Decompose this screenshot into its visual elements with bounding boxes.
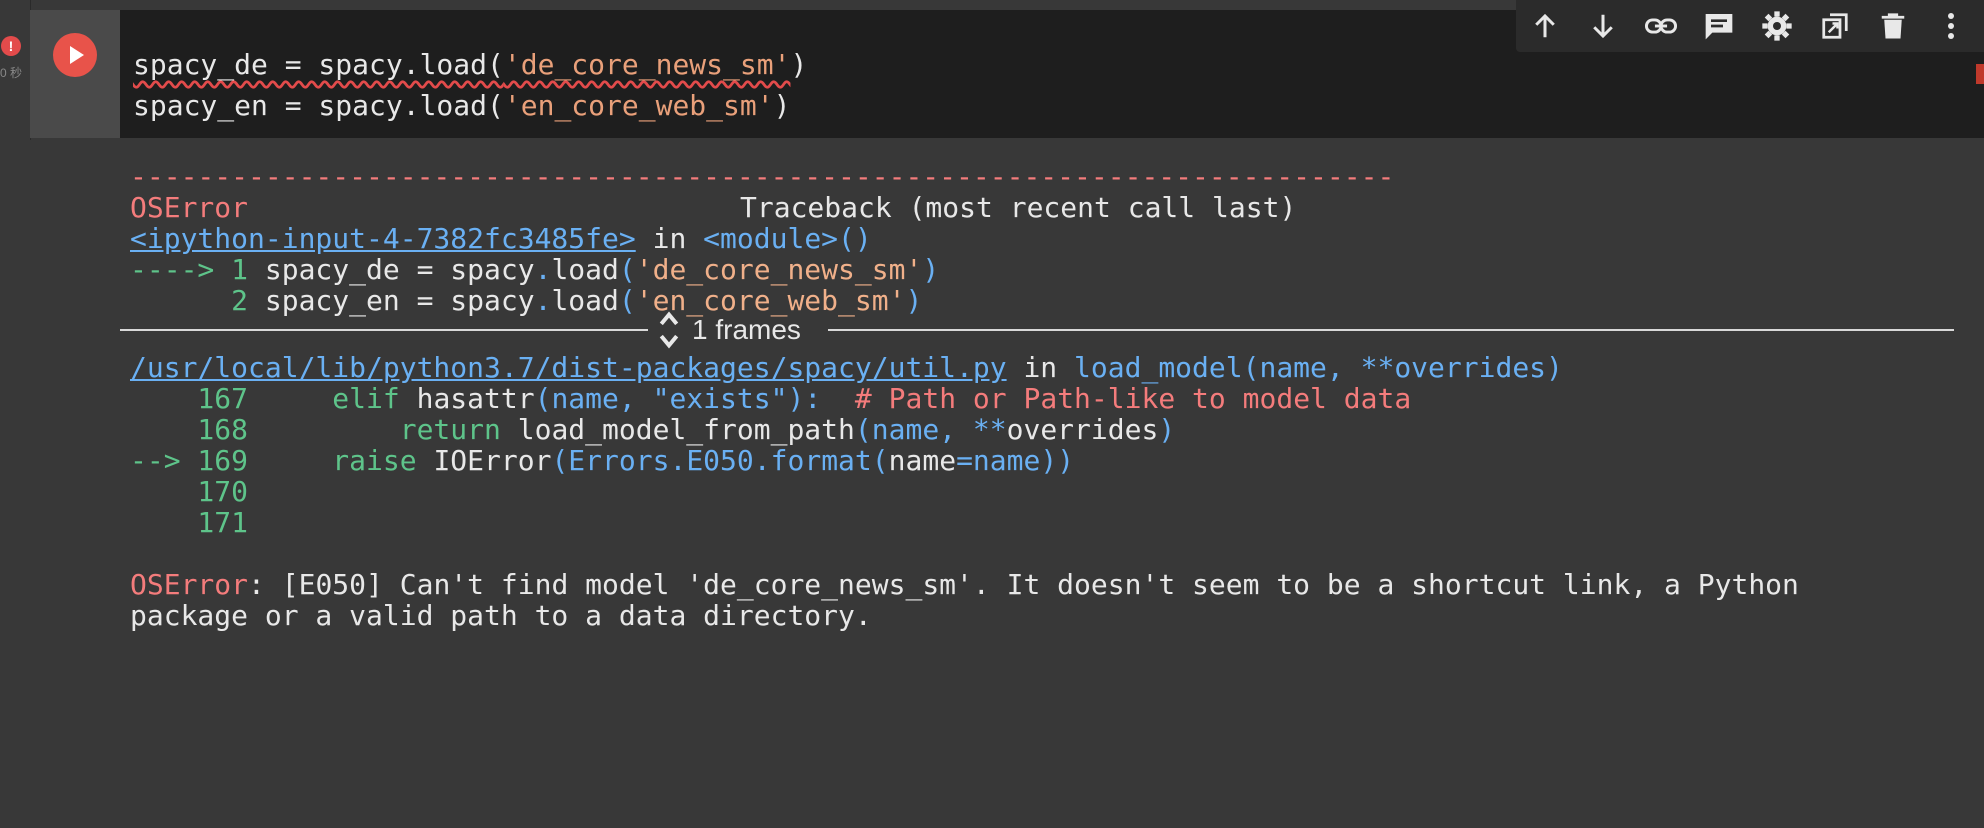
left-gutter: ! 0 秒	[0, 0, 31, 828]
traceback-line-169: --> 169 raise IOError(Errors.E050.format…	[130, 444, 1075, 477]
traceback-line-171: 171	[130, 506, 249, 539]
more-vert-icon[interactable]	[1922, 0, 1980, 52]
frames-expander[interactable]: 1 frames	[120, 310, 1954, 350]
code-line-2: spacy_en = spacy.load('en_core_web_sm')	[133, 89, 791, 122]
cell-gutter	[30, 10, 120, 138]
arrow-up-icon[interactable]	[1516, 0, 1574, 52]
cell-toolbar	[1516, 0, 1984, 52]
error-indicator-icon[interactable]: !	[1, 36, 21, 56]
mirror-cell-icon[interactable]	[1806, 0, 1864, 52]
execution-time: 0 秒	[0, 66, 23, 80]
arrow-down-icon[interactable]	[1574, 0, 1632, 52]
gear-icon[interactable]	[1748, 0, 1806, 52]
unfold-icon	[659, 311, 679, 349]
run-cell-button[interactable]	[53, 33, 97, 77]
cell-output: ----------------------------------------…	[30, 140, 1984, 828]
trash-icon[interactable]	[1864, 0, 1922, 52]
code-line-1: spacy_de = spacy.load('de_core_news_sm')	[133, 48, 808, 81]
code-editor[interactable]: spacy_de = spacy.load('de_core_news_sm')…	[133, 44, 807, 126]
error-message-line-2: package or a valid path to a data direct…	[130, 599, 872, 632]
error-marker	[1976, 64, 1984, 84]
link-icon[interactable]	[1632, 0, 1690, 52]
frames-label: 1 frames	[692, 314, 801, 345]
comment-icon[interactable]	[1690, 0, 1748, 52]
